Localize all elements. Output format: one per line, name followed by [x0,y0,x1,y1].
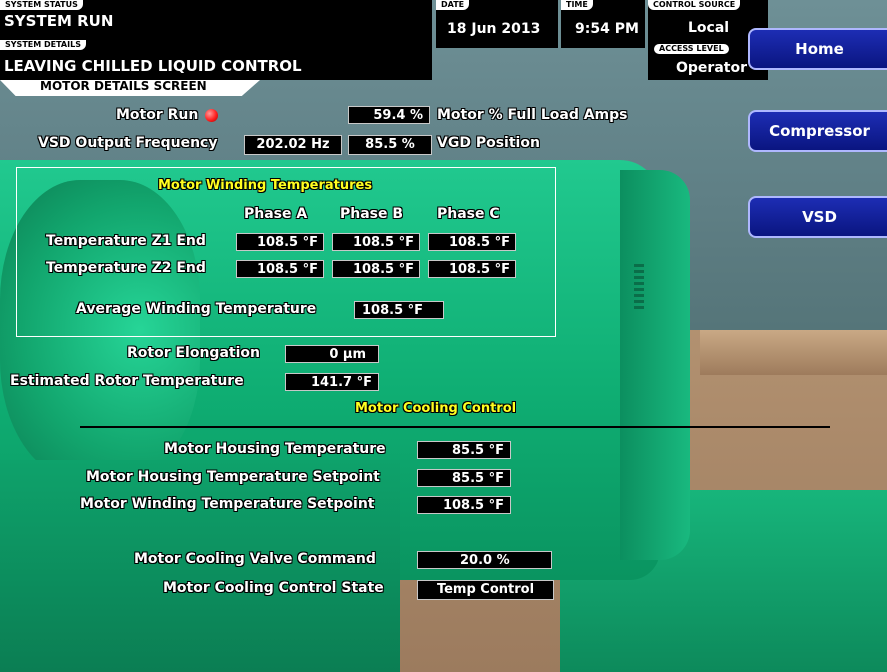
cooling-state-label: Motor Cooling Control State [163,580,384,596]
date-tag: DATE [436,0,470,10]
estimated-rotor-temp-label: Estimated Rotor Temperature [10,373,244,389]
screen-title: MOTOR DETAILS SCREEN [40,79,207,93]
compressor-button-label: Compressor [769,122,870,140]
fla-label: Motor % Full Load Amps [437,107,628,123]
average-winding-value: 108.5 °F [354,301,444,319]
housing-temp-value: 85.5 °F [417,441,511,459]
cooling-state-value: Temp Control [417,580,554,600]
system-details-text: LEAVING CHILLED LIQUID CONTROL [4,57,302,75]
access-level-tag: ACCESS LEVEL [654,44,729,54]
control-source-value: Local [688,20,730,36]
phase-c-header: Phase C [437,206,500,222]
z2-phase-a-value: 108.5 °F [236,260,324,278]
rotor-elongation-value: 0 µm [285,345,379,363]
winding-setpoint-value[interactable]: 108.5 °F [417,496,511,514]
control-source-tag: CONTROL SOURCE [648,0,741,10]
phase-a-header: Phase A [244,206,308,222]
valve-command-label: Motor Cooling Valve Command [134,551,376,567]
vsd-frequency-value: 202.02 Hz [244,135,342,155]
background-motor-endcap [620,170,690,560]
vsd-frequency-label: VSD Output Frequency [38,135,218,151]
z1-phase-a-value: 108.5 °F [236,233,324,251]
time-value: 9:54 PM [575,21,639,37]
z2-end-label: Temperature Z2 End [46,260,206,276]
motor-run-label: Motor Run [116,107,199,123]
system-status-tag: SYSTEM STATUS [0,0,83,10]
vsd-button[interactable]: VSD [748,196,887,238]
phase-b-header: Phase B [340,206,404,222]
rotor-elongation-label: Rotor Elongation [127,345,260,361]
access-level-value[interactable]: Operator [676,60,747,76]
system-status-text: SYSTEM RUN [4,12,114,30]
home-button[interactable]: Home [748,28,887,70]
z1-phase-b-value: 108.5 °F [332,233,420,251]
time-tag: TIME [561,0,593,10]
housing-setpoint-value[interactable]: 85.5 °F [417,469,511,487]
motor-run-indicator [205,109,218,122]
housing-setpoint-label: Motor Housing Temperature Setpoint [86,469,380,485]
vsd-button-label: VSD [802,208,837,226]
system-details-tag: SYSTEM DETAILS [0,40,86,50]
z1-phase-c-value: 108.5 °F [428,233,516,251]
z2-phase-b-value: 108.5 °F [332,260,420,278]
vgd-position-label: VGD Position [437,135,540,151]
date-value: 18 Jun 2013 [447,21,541,37]
home-button-label: Home [795,40,844,58]
cooling-divider [80,426,830,428]
background-rail [700,330,887,375]
z2-phase-c-value: 108.5 °F [428,260,516,278]
z1-end-label: Temperature Z1 End [46,233,206,249]
cooling-section-title: Motor Cooling Control [355,401,517,416]
motor-details-screen: SYSTEM STATUS SYSTEM RUN SYSTEM DETAILS … [0,0,887,672]
fla-value: 59.4 % [348,106,430,124]
valve-command-value: 20.0 % [417,551,552,569]
compressor-button[interactable]: Compressor [748,110,887,152]
housing-temp-label: Motor Housing Temperature [164,441,386,457]
average-winding-label: Average Winding Temperature [76,301,317,317]
vgd-position-value: 85.5 % [348,135,432,155]
winding-setpoint-label: Motor Winding Temperature Setpoint [80,496,375,512]
winding-section-title: Motor Winding Temperatures [158,178,373,193]
estimated-rotor-temp-value: 141.7 °F [285,373,379,391]
